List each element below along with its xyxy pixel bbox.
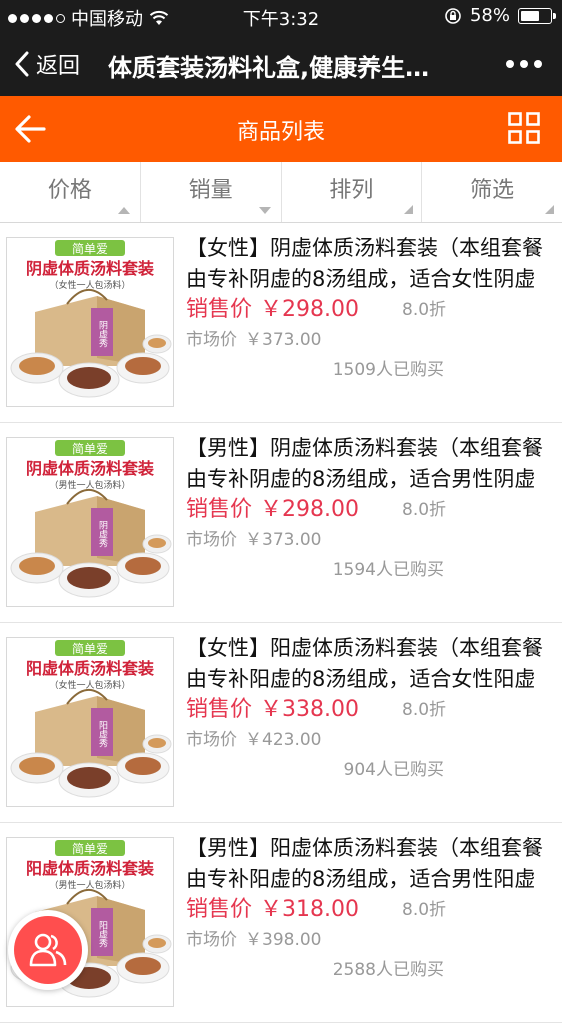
brand-text: 简单爱 xyxy=(72,842,108,856)
sale-price: ￥298.00 xyxy=(260,497,359,522)
contact-fab[interactable] xyxy=(8,910,88,990)
brand-text: 简单爱 xyxy=(72,642,108,656)
sale-price: ￥318.00 xyxy=(260,897,359,922)
page-title: 体质套装汤料礼盒,健康养生… xyxy=(108,54,430,82)
tab-filter[interactable]: 筛选 xyxy=(422,162,562,222)
product-image[interactable]: 简单爱 阳虚体质汤料套装 （女性一人包汤料） 阳虚秀 xyxy=(6,637,174,807)
box-title-text: 阳虚体质汤料套装 xyxy=(26,659,154,678)
sale-price-row: 销售价 ￥318.00 xyxy=(186,891,359,923)
sort-down-icon xyxy=(258,207,271,214)
tab-arrange[interactable]: 排列 xyxy=(282,162,423,222)
product-item[interactable]: 简单爱 阴虚体质汤料套装 （男性一人包汤料） 阴虚秀 【男性】阴虚体质汤料套装（本组套餐… xyxy=(0,423,562,623)
battery-icon xyxy=(518,7,556,24)
header-title: 商品列表 xyxy=(236,120,325,145)
grid-icon[interactable] xyxy=(508,112,540,144)
sale-price-label: 销售价 xyxy=(186,297,253,322)
discount-label: 8.0折 xyxy=(402,500,447,520)
market-price-label: 市场价 xyxy=(186,330,237,350)
market-price-row: 市场价 ￥373.00 xyxy=(186,525,321,550)
discount-label: 8.0折 xyxy=(402,700,447,720)
box-title-text: 阴虚体质汤料套装 xyxy=(26,259,154,278)
sale-price-row: 销售价 ￥298.00 xyxy=(186,291,359,323)
back-label: 返回 xyxy=(36,54,81,79)
sort-tabs: 价格 销量 排列 筛选 xyxy=(0,162,562,223)
sale-price-label: 销售价 xyxy=(186,697,253,722)
back-button[interactable]: 返回 xyxy=(14,48,80,80)
corner-triangle-icon xyxy=(545,205,554,214)
box-label-text: 阴虚秀 xyxy=(97,520,108,548)
product-list: 简单爱 阴虚体质汤料套装 （女性一人包汤料） 阴虚秀 【女性】阴虚体质汤料套装（本组套餐… xyxy=(0,223,562,1023)
product-thumbnail: 简单爱阳虚体质汤料套装（女性一人包汤料）阳虚秀 xyxy=(7,638,173,806)
product-item[interactable]: 简单爱 阳虚体质汤料套装 （男性一人包汤料） 阳虚秀 【男性】阳虚体质汤料套装（本组套餐… xyxy=(0,823,562,1023)
nav-bar: 返回 体质套装汤料礼盒,健康养生… xyxy=(0,32,562,96)
market-price-label: 市场价 xyxy=(186,730,237,750)
more-button[interactable] xyxy=(506,60,542,68)
market-price: ￥398.00 xyxy=(245,930,322,950)
market-price: ￥423.00 xyxy=(245,730,322,750)
product-item[interactable]: 简单爱 阳虚体质汤料套装 （女性一人包汤料） 阳虚秀 【女性】阳虚体质汤料套装（本组套餐… xyxy=(0,623,562,823)
box-title-text: 阴虚体质汤料套装 xyxy=(26,459,154,478)
tab-label: 筛选 xyxy=(470,178,515,203)
box-title-text: 阳虚体质汤料套装 xyxy=(26,859,154,878)
market-price-row: 市场价 ￥398.00 xyxy=(186,925,321,950)
discount-label: 8.0折 xyxy=(402,300,447,320)
discount-label: 8.0折 xyxy=(402,900,447,920)
sale-price: ￥338.00 xyxy=(260,697,359,722)
status-bar: 中国移动 下午3:32 58% xyxy=(0,0,562,32)
box-label-text: 阳虚秀 xyxy=(97,920,108,948)
sale-price: ￥298.00 xyxy=(260,297,359,322)
product-title: 【女性】阳虚体质汤料套装（本组套餐由专补阳虚的8汤组成，适合女性阳虚 xyxy=(186,636,543,691)
purchase-count: 904人已购买 xyxy=(343,760,444,780)
market-price-row: 市场价 ￥423.00 xyxy=(186,725,321,750)
tab-label: 销量 xyxy=(188,178,233,203)
product-title: 【男性】阴虚体质汤料套装（本组套餐由专补阴虚的8汤组成，适合男性阴虚 xyxy=(186,436,543,491)
sale-price-row: 销售价 ￥338.00 xyxy=(186,691,359,723)
tab-label: 排列 xyxy=(329,178,374,203)
battery-percent: 58% xyxy=(469,5,510,26)
tab-sales[interactable]: 销量 xyxy=(141,162,282,222)
purchase-count: 2588人已购买 xyxy=(332,960,444,980)
market-price: ￥373.00 xyxy=(245,530,322,550)
list-header: 商品列表 xyxy=(0,96,562,162)
product-image[interactable]: 简单爱 阴虚体质汤料套装 （女性一人包汤料） 阴虚秀 xyxy=(6,237,174,407)
rotation-lock-icon xyxy=(445,7,461,24)
market-price-row: 市场价 ￥373.00 xyxy=(186,325,321,350)
product-image[interactable]: 简单爱 阴虚体质汤料套装 （男性一人包汤料） 阴虚秀 xyxy=(6,437,174,607)
brand-text: 简单爱 xyxy=(72,242,108,256)
product-item[interactable]: 简单爱 阴虚体质汤料套装 （女性一人包汤料） 阴虚秀 【女性】阴虚体质汤料套装（本组套餐… xyxy=(0,223,562,423)
product-thumbnail: 简单爱阴虚体质汤料套装（女性一人包汤料）阴虚秀 xyxy=(7,238,173,406)
product-title: 【男性】阳虚体质汤料套装（本组套餐由专补阳虚的8汤组成，适合男性阳虚 xyxy=(186,836,543,891)
purchase-count: 1594人已购买 xyxy=(332,560,444,580)
sale-price-row: 销售价 ￥298.00 xyxy=(186,491,359,523)
sort-up-icon xyxy=(117,207,130,214)
product-thumbnail: 简单爱阴虚体质汤料套装（男性一人包汤料）阴虚秀 xyxy=(7,438,173,606)
tab-price[interactable]: 价格 xyxy=(0,162,141,222)
purchase-count: 1509人已购买 xyxy=(332,360,444,380)
market-price-label: 市场价 xyxy=(186,530,237,550)
brand-text: 简单爱 xyxy=(72,442,108,456)
market-price: ￥373.00 xyxy=(245,330,322,350)
box-label-text: 阳虚秀 xyxy=(97,720,108,748)
box-label-text: 阴虚秀 xyxy=(97,320,108,348)
chevron-left-icon xyxy=(15,51,29,77)
tab-label: 价格 xyxy=(47,178,92,203)
people-icon xyxy=(29,933,67,967)
market-price-label: 市场价 xyxy=(186,930,237,950)
sale-price-label: 销售价 xyxy=(186,497,253,522)
corner-triangle-icon xyxy=(404,205,414,214)
sale-price-label: 销售价 xyxy=(186,897,253,922)
product-title: 【女性】阴虚体质汤料套装（本组套餐由专补阴虚的8汤组成，适合女性阴虚 xyxy=(186,236,543,291)
